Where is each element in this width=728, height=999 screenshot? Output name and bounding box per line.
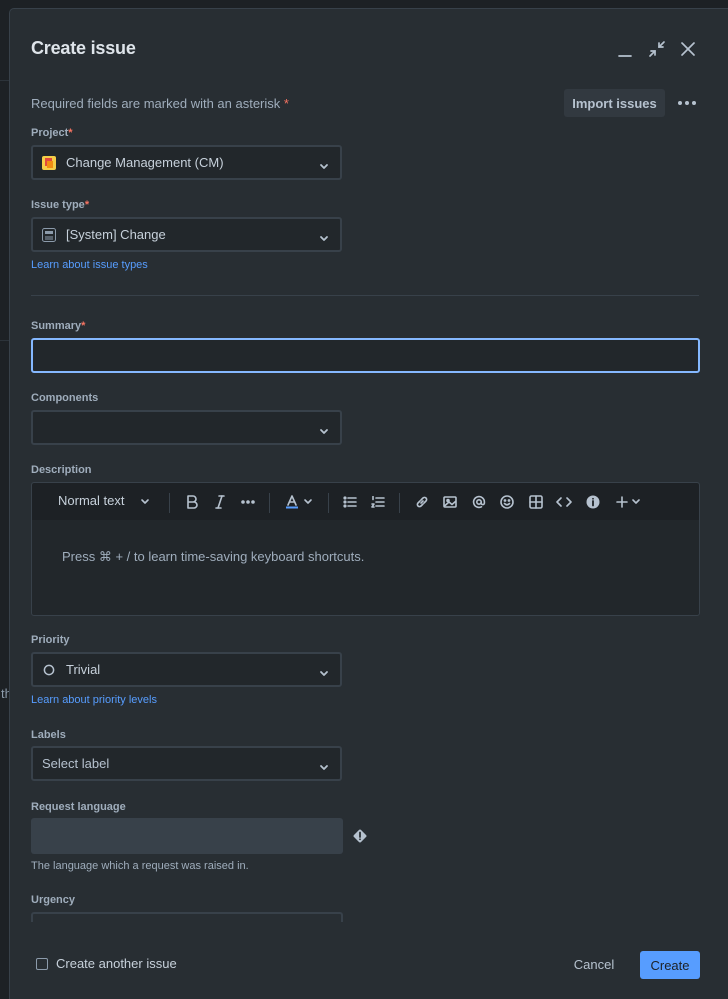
create-issue-modal: Create issue Required fields are marked … (10, 9, 728, 999)
table-icon[interactable] (526, 492, 546, 512)
change-type-icon (42, 227, 56, 242)
modal-footer: Create another issue Cancel Create (10, 924, 728, 999)
priority-label: Priority (31, 634, 70, 646)
toolbar-separator (328, 493, 329, 513)
modal-title: Create issue (31, 38, 136, 58)
request-language-label: Request language (31, 801, 126, 813)
chevron-down-icon (319, 666, 329, 681)
cancel-button[interactable]: Cancel (562, 949, 626, 979)
trivial-priority-icon (42, 663, 56, 677)
editor-shortcut-hint: Press ⌘ + / to learn time-saving keyboar… (62, 549, 365, 564)
toolbar-separator (399, 493, 400, 513)
urgency-select[interactable] (31, 912, 343, 922)
create-another-label[interactable]: Create another issue (56, 956, 177, 971)
emoji-icon[interactable] (497, 492, 517, 512)
labels-placeholder: Select label (42, 756, 110, 771)
section-divider (31, 295, 699, 296)
components-select[interactable] (31, 410, 342, 445)
numbered-list-icon[interactable] (368, 492, 388, 512)
mention-icon[interactable] (469, 492, 489, 512)
project-avatar-icon (42, 155, 56, 170)
labels-label: Labels (31, 729, 66, 741)
description-label: Description (31, 464, 92, 476)
code-icon[interactable] (554, 492, 574, 512)
issue-type-label: Issue type* (31, 199, 90, 211)
project-value: Change Management (CM) (66, 155, 224, 170)
chevron-down-icon[interactable] (626, 492, 646, 512)
description-editor[interactable]: Normal text Press ⌘ + / to learn time-sa… (31, 482, 700, 616)
minimize-icon[interactable] (613, 39, 637, 63)
project-label: Project* (31, 127, 73, 139)
chevron-down-icon (319, 231, 329, 246)
bold-icon[interactable] (182, 492, 202, 512)
backdrop-divider (0, 80, 10, 81)
import-issues-button[interactable]: Import issues (564, 89, 665, 117)
warning-diamond-icon[interactable] (351, 827, 369, 845)
bullet-list-icon[interactable] (340, 492, 360, 512)
issue-type-select[interactable]: [System] Change (31, 217, 342, 252)
summary-input[interactable] (31, 338, 700, 373)
more-options-icon[interactable] (674, 90, 700, 116)
issue-types-help-link[interactable]: Learn about issue types (31, 259, 148, 271)
priority-value: Trivial (66, 662, 101, 677)
urgency-label: Urgency (31, 894, 76, 906)
request-language-field (31, 818, 343, 854)
toolbar-separator (169, 493, 170, 513)
editor-toolbar: Normal text (32, 483, 699, 520)
create-another-checkbox[interactable] (36, 958, 48, 970)
priority-levels-help-link[interactable]: Learn about priority levels (31, 694, 157, 706)
project-select[interactable]: Change Management (CM) (31, 145, 342, 180)
chevron-down-icon (319, 760, 329, 775)
request-language-help: The language which a request was raised … (31, 860, 249, 872)
components-label: Components (31, 392, 99, 404)
summary-label: Summary* (31, 320, 86, 332)
italic-icon[interactable] (210, 492, 230, 512)
backdrop-divider (0, 340, 10, 341)
create-button[interactable]: Create (640, 951, 700, 979)
chevron-down-icon (319, 159, 329, 174)
close-icon[interactable] (676, 37, 700, 61)
issue-type-value: [System] Change (66, 227, 166, 242)
chevron-down-icon (319, 424, 329, 439)
required-fields-note: Required fields are marked with an aster… (31, 96, 289, 111)
more-formatting-icon[interactable] (238, 492, 258, 512)
info-panel-icon[interactable] (583, 492, 603, 512)
image-icon[interactable] (440, 492, 460, 512)
collapse-icon[interactable] (645, 37, 669, 61)
labels-select[interactable]: Select label (31, 746, 342, 781)
toolbar-separator (269, 493, 270, 513)
priority-select[interactable]: Trivial (31, 652, 342, 687)
link-icon[interactable] (412, 492, 432, 512)
text-style-dropdown[interactable]: Normal text (58, 493, 124, 508)
chevron-down-icon[interactable] (298, 492, 318, 512)
chevron-down-icon[interactable] (135, 492, 155, 512)
